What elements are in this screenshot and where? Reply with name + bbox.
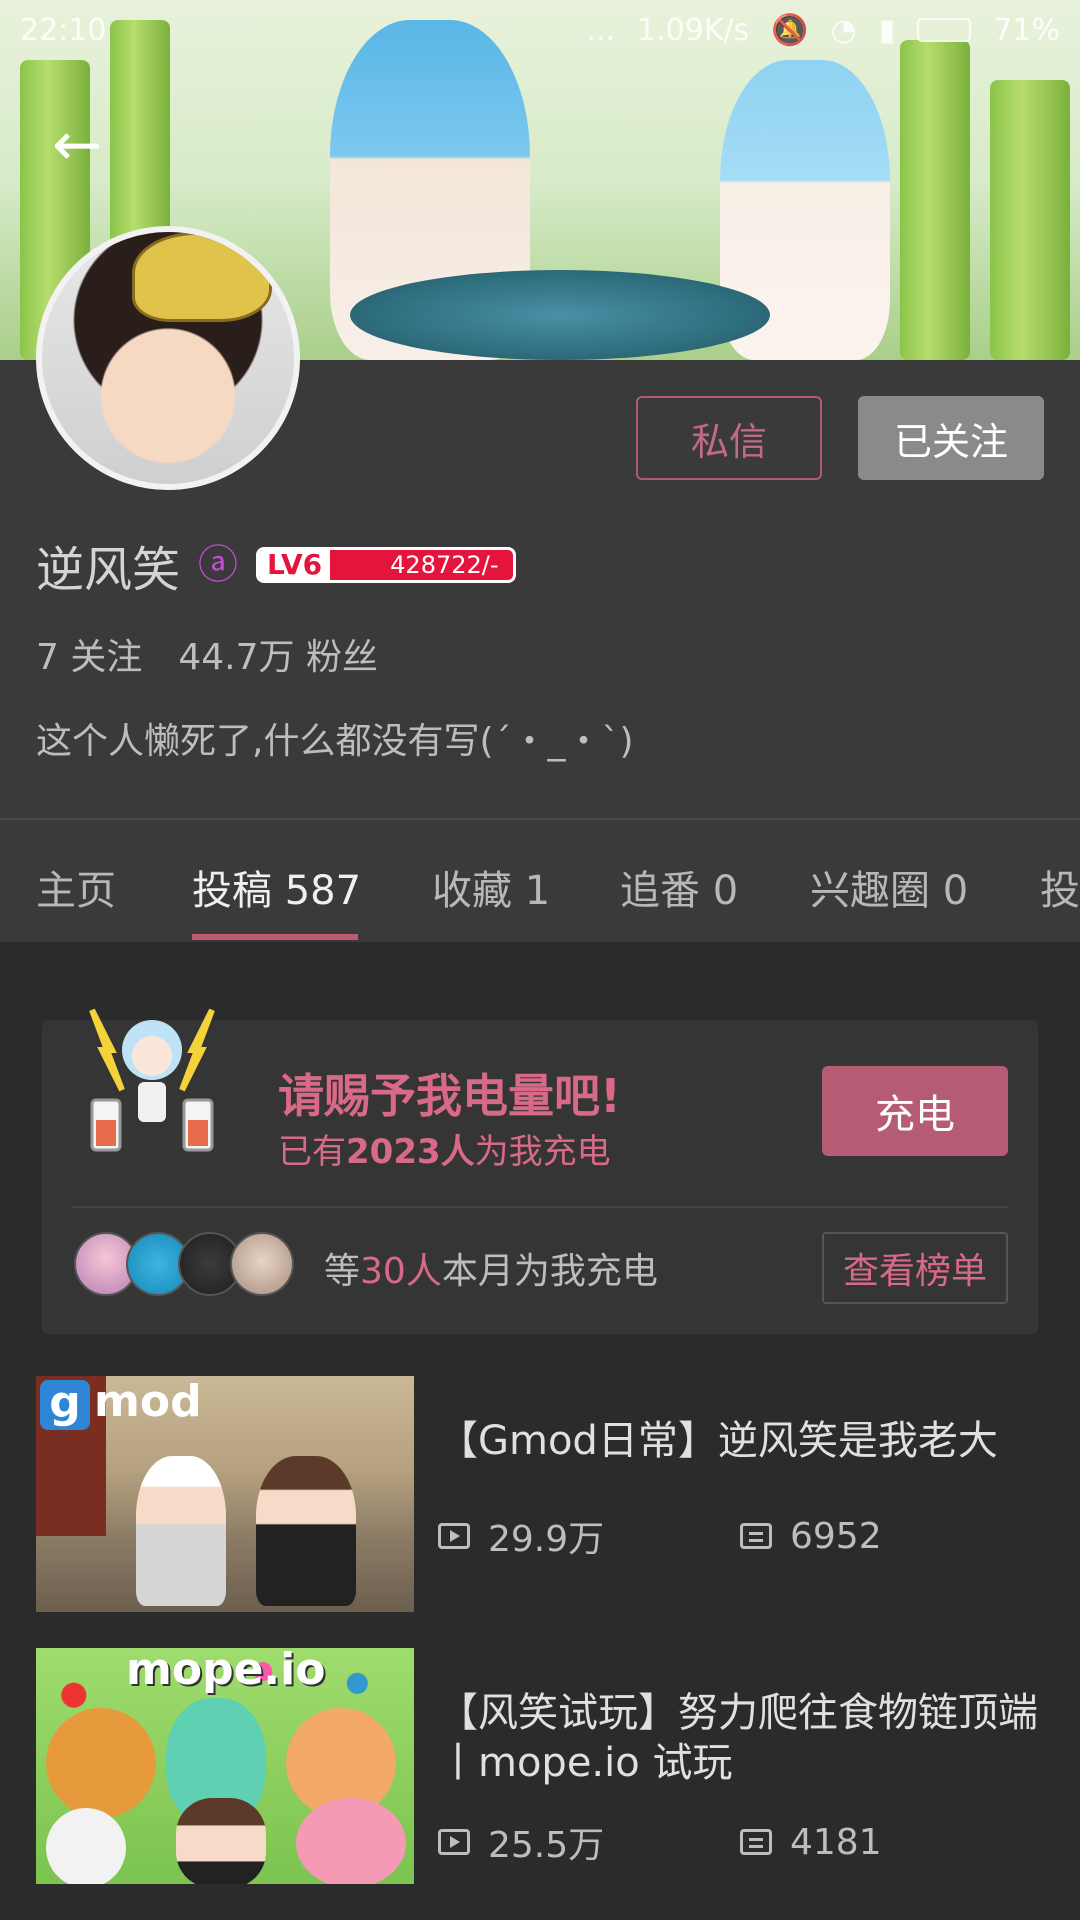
charge-sub-suffix: 为我充电 xyxy=(474,1132,611,1172)
fans-count[interactable]: 44.7万 粉丝 xyxy=(178,628,378,680)
message-button[interactable]: 私信 xyxy=(636,396,822,480)
thumbnail-lion xyxy=(46,1708,156,1818)
play-count: 29.9万 xyxy=(488,1519,605,1560)
mute-icon: 🔕 xyxy=(771,12,809,48)
thumbnail-character xyxy=(136,1456,226,1606)
thumbnail-pig xyxy=(296,1798,406,1884)
back-arrow-icon[interactable]: ← xyxy=(52,115,132,175)
status-bar: 22:10 ... 1.09K/s 🔕 ◔ ▮ 71% xyxy=(0,0,1080,60)
level-badge: LV6 428722/- xyxy=(256,547,516,583)
vip-badge-icon: ⓐ xyxy=(198,542,239,588)
thumbnail-character xyxy=(176,1798,266,1884)
play-count-icon xyxy=(438,1523,470,1549)
avatar xyxy=(230,1232,294,1296)
video-thumbnail[interactable]: mope.io xyxy=(36,1648,414,1884)
thumbnail-text: mod xyxy=(94,1376,202,1427)
danmaku-icon xyxy=(740,1829,772,1855)
play-count: 25.5万 xyxy=(488,1825,605,1866)
rank-count: 30人 xyxy=(360,1251,442,1292)
video-thumbnail[interactable]: g mod xyxy=(36,1376,414,1612)
network-speed: 1.09K/s xyxy=(637,12,750,48)
thumbnail-character xyxy=(256,1456,356,1606)
level-label: LV6 xyxy=(259,550,331,580)
tab-more[interactable]: 投 xyxy=(1040,858,1080,916)
charge-rank-text: 等30人本月为我充电 xyxy=(324,1242,658,1294)
wifi-icon: ◔ xyxy=(830,12,857,48)
charger-avatars[interactable] xyxy=(74,1232,294,1300)
user-signature: 这个人懒死了,什么都没有写(´・_・`) xyxy=(36,721,634,762)
name-row: 逆风笑 ⓐ LV6 428722/- xyxy=(36,530,516,600)
charge-mascot-icon xyxy=(89,1008,215,1152)
tab-interest-circle[interactable]: 兴趣圈 0 xyxy=(810,858,968,916)
status-time: 22:10 xyxy=(20,12,107,48)
danmaku-icon xyxy=(740,1523,772,1549)
video-title: 【风笑试玩】努力爬往食物链顶端丨mope.io 试玩 xyxy=(438,1690,1038,1786)
water-pool-decoration xyxy=(350,270,770,360)
thumbnail-rabbit xyxy=(46,1808,126,1884)
charge-count: 2023人 xyxy=(346,1132,475,1172)
profile-tabs: 主页 投稿 587 收藏 1 追番 0 兴趣圈 0 投 xyxy=(0,820,1080,942)
thumbnail-text: mope.io xyxy=(126,1648,326,1695)
video-item[interactable]: mope.io 【风笑试玩】努力爬往食物链顶端丨mope.io 试玩 25.5万… xyxy=(36,1648,1046,1884)
signal-icon: ▮ xyxy=(878,12,896,48)
follow-stats: 7 关注 44.7万 粉丝 xyxy=(36,628,378,680)
battery-level: 71% xyxy=(993,12,1060,48)
followed-button[interactable]: 已关注 xyxy=(858,396,1044,480)
gmod-logo-icon: g xyxy=(40,1380,90,1430)
battery-icon xyxy=(917,18,972,42)
video-title: 【Gmod日常】逆风笑是我老大 xyxy=(438,1418,998,1464)
play-count-icon xyxy=(438,1829,470,1855)
status-dots: ... xyxy=(586,12,616,48)
charge-button[interactable]: 充电 xyxy=(822,1066,1008,1156)
divider xyxy=(72,1206,1008,1208)
charge-card: 请赐予我电量吧! 已有2023人为我充电 充电 等30人本月为我充电 查看榜单 xyxy=(42,1008,1038,1334)
tab-favorites[interactable]: 收藏 1 xyxy=(432,858,550,916)
exp-value: 428722/- xyxy=(390,551,499,579)
charge-sub-prefix: 已有 xyxy=(278,1132,346,1172)
view-rank-button[interactable]: 查看榜单 xyxy=(822,1232,1008,1304)
tab-bangumi[interactable]: 追番 0 xyxy=(620,858,738,916)
bamboo-decoration xyxy=(990,80,1070,360)
username: 逆风笑 xyxy=(36,542,181,598)
video-item[interactable]: g mod 【Gmod日常】逆风笑是我老大 29.9万 6952 xyxy=(36,1376,1046,1612)
bamboo-decoration xyxy=(900,40,970,360)
tab-uploads[interactable]: 投稿 587 xyxy=(192,858,361,916)
active-tab-indicator xyxy=(192,934,358,940)
danmaku-count: 6952 xyxy=(790,1515,882,1557)
video-meta: 29.9万 6952 xyxy=(438,1510,1042,1562)
rank-prefix: 等 xyxy=(324,1251,361,1292)
following-count[interactable]: 7 关注 xyxy=(36,628,142,680)
charge-title: 请赐予我电量吧! xyxy=(278,1069,621,1123)
rank-suffix: 本月为我充电 xyxy=(441,1251,658,1292)
tab-home[interactable]: 主页 xyxy=(36,858,116,916)
video-meta: 25.5万 4181 xyxy=(438,1816,1042,1868)
user-avatar[interactable] xyxy=(36,226,300,490)
danmaku-count: 4181 xyxy=(790,1821,882,1863)
charge-subtitle: 已有2023人为我充电 xyxy=(278,1124,611,1173)
